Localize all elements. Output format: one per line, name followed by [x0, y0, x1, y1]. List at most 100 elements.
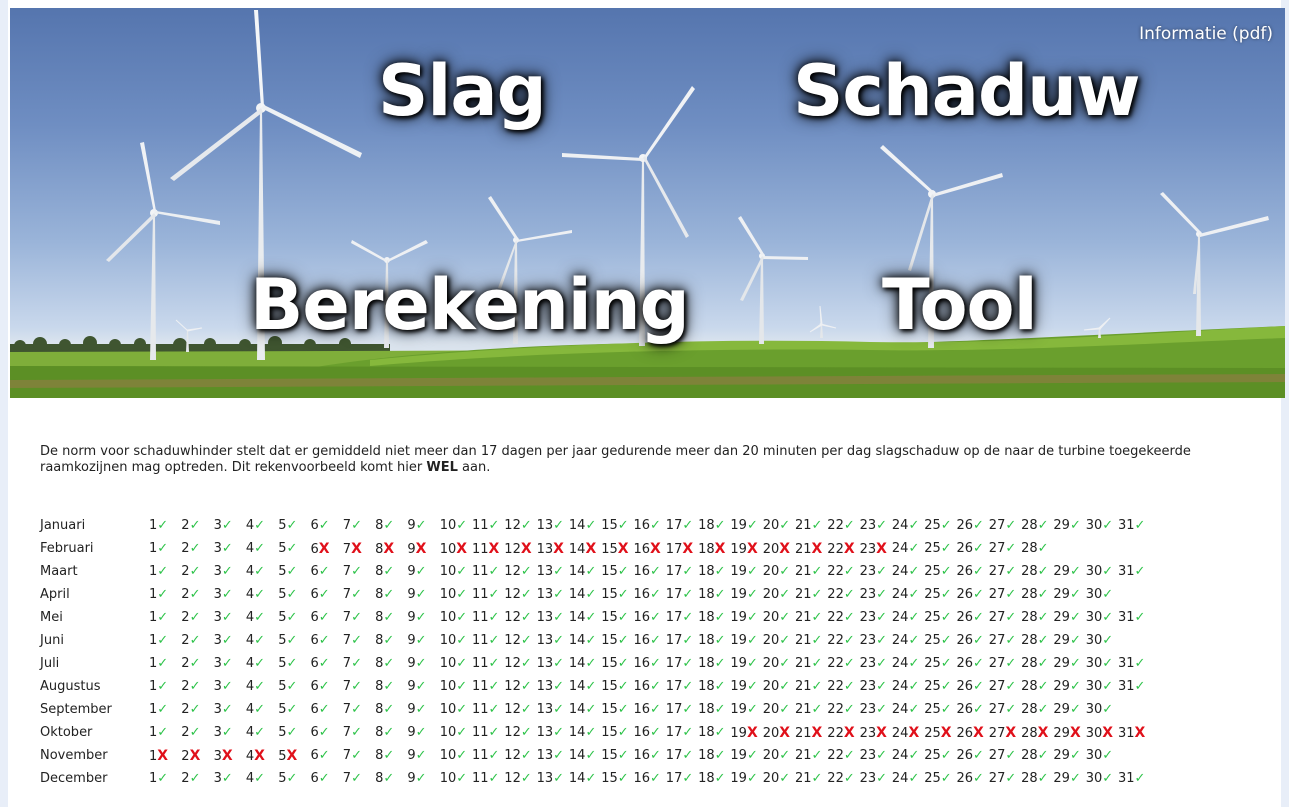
day-number: 14 — [568, 633, 586, 648]
check-icon: ✓ — [585, 610, 597, 625]
check-icon: ✓ — [383, 771, 395, 786]
day-number: 19 — [730, 771, 747, 786]
day-number: 26 — [956, 587, 974, 602]
check-icon: ✓ — [488, 633, 500, 648]
day-exceeded: 17X — [666, 541, 693, 557]
check-icon: ✓ — [553, 564, 565, 579]
day-number: 2 — [181, 518, 190, 533]
check-icon: ✓ — [617, 771, 629, 786]
check-icon: ✓ — [973, 656, 984, 671]
day-ok: 31✓ — [1118, 518, 1145, 533]
day-number: 27 — [988, 771, 1006, 786]
check-icon: ✓ — [157, 541, 169, 556]
day-ok: 3✓ — [214, 587, 233, 602]
day-number: 14 — [568, 518, 586, 533]
day-ok: 9✓ — [407, 748, 426, 763]
day-ok: 8✓ — [375, 610, 394, 625]
day-number: 15 — [601, 542, 618, 557]
day-ok: 14✓ — [569, 564, 596, 579]
day-number: 29 — [1053, 564, 1070, 579]
day-ok: 30✓ — [1086, 633, 1113, 648]
day-number: 11 — [472, 564, 489, 579]
day-number: 20 — [762, 564, 780, 579]
information-pdf-link[interactable]: Informatie (pdf) — [1139, 24, 1273, 44]
day-ok: 4✓ — [246, 633, 265, 648]
day-ok: 28✓ — [1021, 702, 1048, 717]
day-ok: 3✓ — [214, 771, 233, 786]
day-ok: 27✓ — [989, 656, 1016, 671]
check-icon: ✓ — [811, 564, 823, 579]
check-icon: ✓ — [1037, 633, 1049, 648]
day-ok: 10✓ — [440, 679, 467, 694]
day-ok: 18✓ — [698, 610, 725, 625]
day-ok: 3✓ — [214, 564, 233, 579]
check-icon: ✓ — [779, 587, 791, 602]
check-icon: ✓ — [1037, 541, 1049, 556]
day-number: 28 — [1021, 610, 1038, 625]
day-number: 4 — [245, 725, 255, 740]
day-number: 13 — [536, 702, 554, 717]
day-ok: 4✓ — [246, 541, 265, 556]
day-exceeded: 30X — [1086, 725, 1113, 741]
day-number: 21 — [795, 656, 812, 671]
day-ok: 4✓ — [246, 725, 265, 740]
day-number: 13 — [536, 656, 554, 671]
check-icon: ✓ — [254, 587, 266, 602]
day-number: 2 — [181, 564, 190, 579]
day-ok: 13✓ — [537, 771, 564, 786]
cross-icon: X — [1134, 725, 1146, 741]
check-icon: ✓ — [1037, 702, 1049, 717]
day-number: 2 — [181, 633, 190, 648]
day-number: 12 — [504, 702, 521, 717]
day-number: 19 — [730, 542, 747, 557]
day-number: 2 — [181, 656, 190, 671]
day-ok: 21✓ — [795, 587, 822, 602]
check-icon: ✓ — [456, 518, 468, 533]
check-icon: ✓ — [383, 656, 395, 671]
month-label: Maart — [40, 564, 78, 579]
day-number: 17 — [665, 587, 683, 602]
check-icon: ✓ — [415, 587, 427, 602]
day-number: 25 — [924, 702, 941, 717]
check-icon: ✓ — [940, 518, 952, 533]
check-icon: ✓ — [585, 564, 597, 579]
check-icon: ✓ — [157, 610, 169, 625]
month-label: Mei — [40, 610, 63, 625]
check-icon: ✓ — [553, 725, 565, 740]
day-number: 19 — [730, 679, 747, 694]
day-ok: 5✓ — [278, 587, 297, 602]
day-ok: 22✓ — [827, 564, 854, 579]
day-ok: 22✓ — [827, 633, 854, 648]
check-icon: ✓ — [843, 564, 855, 579]
check-icon: ✓ — [157, 656, 169, 671]
day-number: 9 — [407, 748, 416, 763]
calendar-row-juni: Juni 1✓ 2✓ 3✓ 4✓ 5✓ 6✓ 7✓ 8✓ 9✓ 10✓ 11✓ 12✓ 13✓ 14✓ 15✓… — [40, 631, 1240, 654]
day-number: 18 — [698, 656, 715, 671]
day-ok: 12✓ — [504, 679, 531, 694]
day-number: 24 — [891, 771, 909, 786]
day-ok: 27✓ — [989, 564, 1016, 579]
day-number: 20 — [762, 633, 780, 648]
day-number: 22 — [827, 542, 844, 557]
check-icon: ✓ — [811, 518, 823, 533]
check-icon: ✓ — [488, 748, 500, 763]
calendar-row-november: November 1X 2X 3X 4X 5X 6✓ 7✓ 8✓ 9✓ 10✓ 11✓ 12✓ 13✓ 14… — [40, 746, 1240, 769]
day-ok: 10✓ — [440, 748, 467, 763]
check-icon: ✓ — [617, 725, 629, 740]
day-number: 28 — [1021, 702, 1038, 717]
day-number: 16 — [633, 656, 651, 671]
check-icon: ✓ — [383, 725, 395, 740]
day-exceeded: 23X — [860, 725, 887, 741]
wind-turbine — [738, 216, 808, 344]
day-ok: 22✓ — [827, 771, 854, 786]
day-ok: 21✓ — [795, 748, 822, 763]
day-ok: 3✓ — [214, 518, 233, 533]
day-number: 4 — [245, 679, 255, 694]
check-icon: ✓ — [940, 564, 952, 579]
check-icon: ✓ — [908, 541, 920, 556]
day-ok: 15✓ — [601, 771, 628, 786]
day-ok: 9✓ — [407, 587, 426, 602]
check-icon: ✓ — [318, 748, 330, 763]
check-icon: ✓ — [843, 633, 855, 648]
day-number: 15 — [601, 610, 618, 625]
